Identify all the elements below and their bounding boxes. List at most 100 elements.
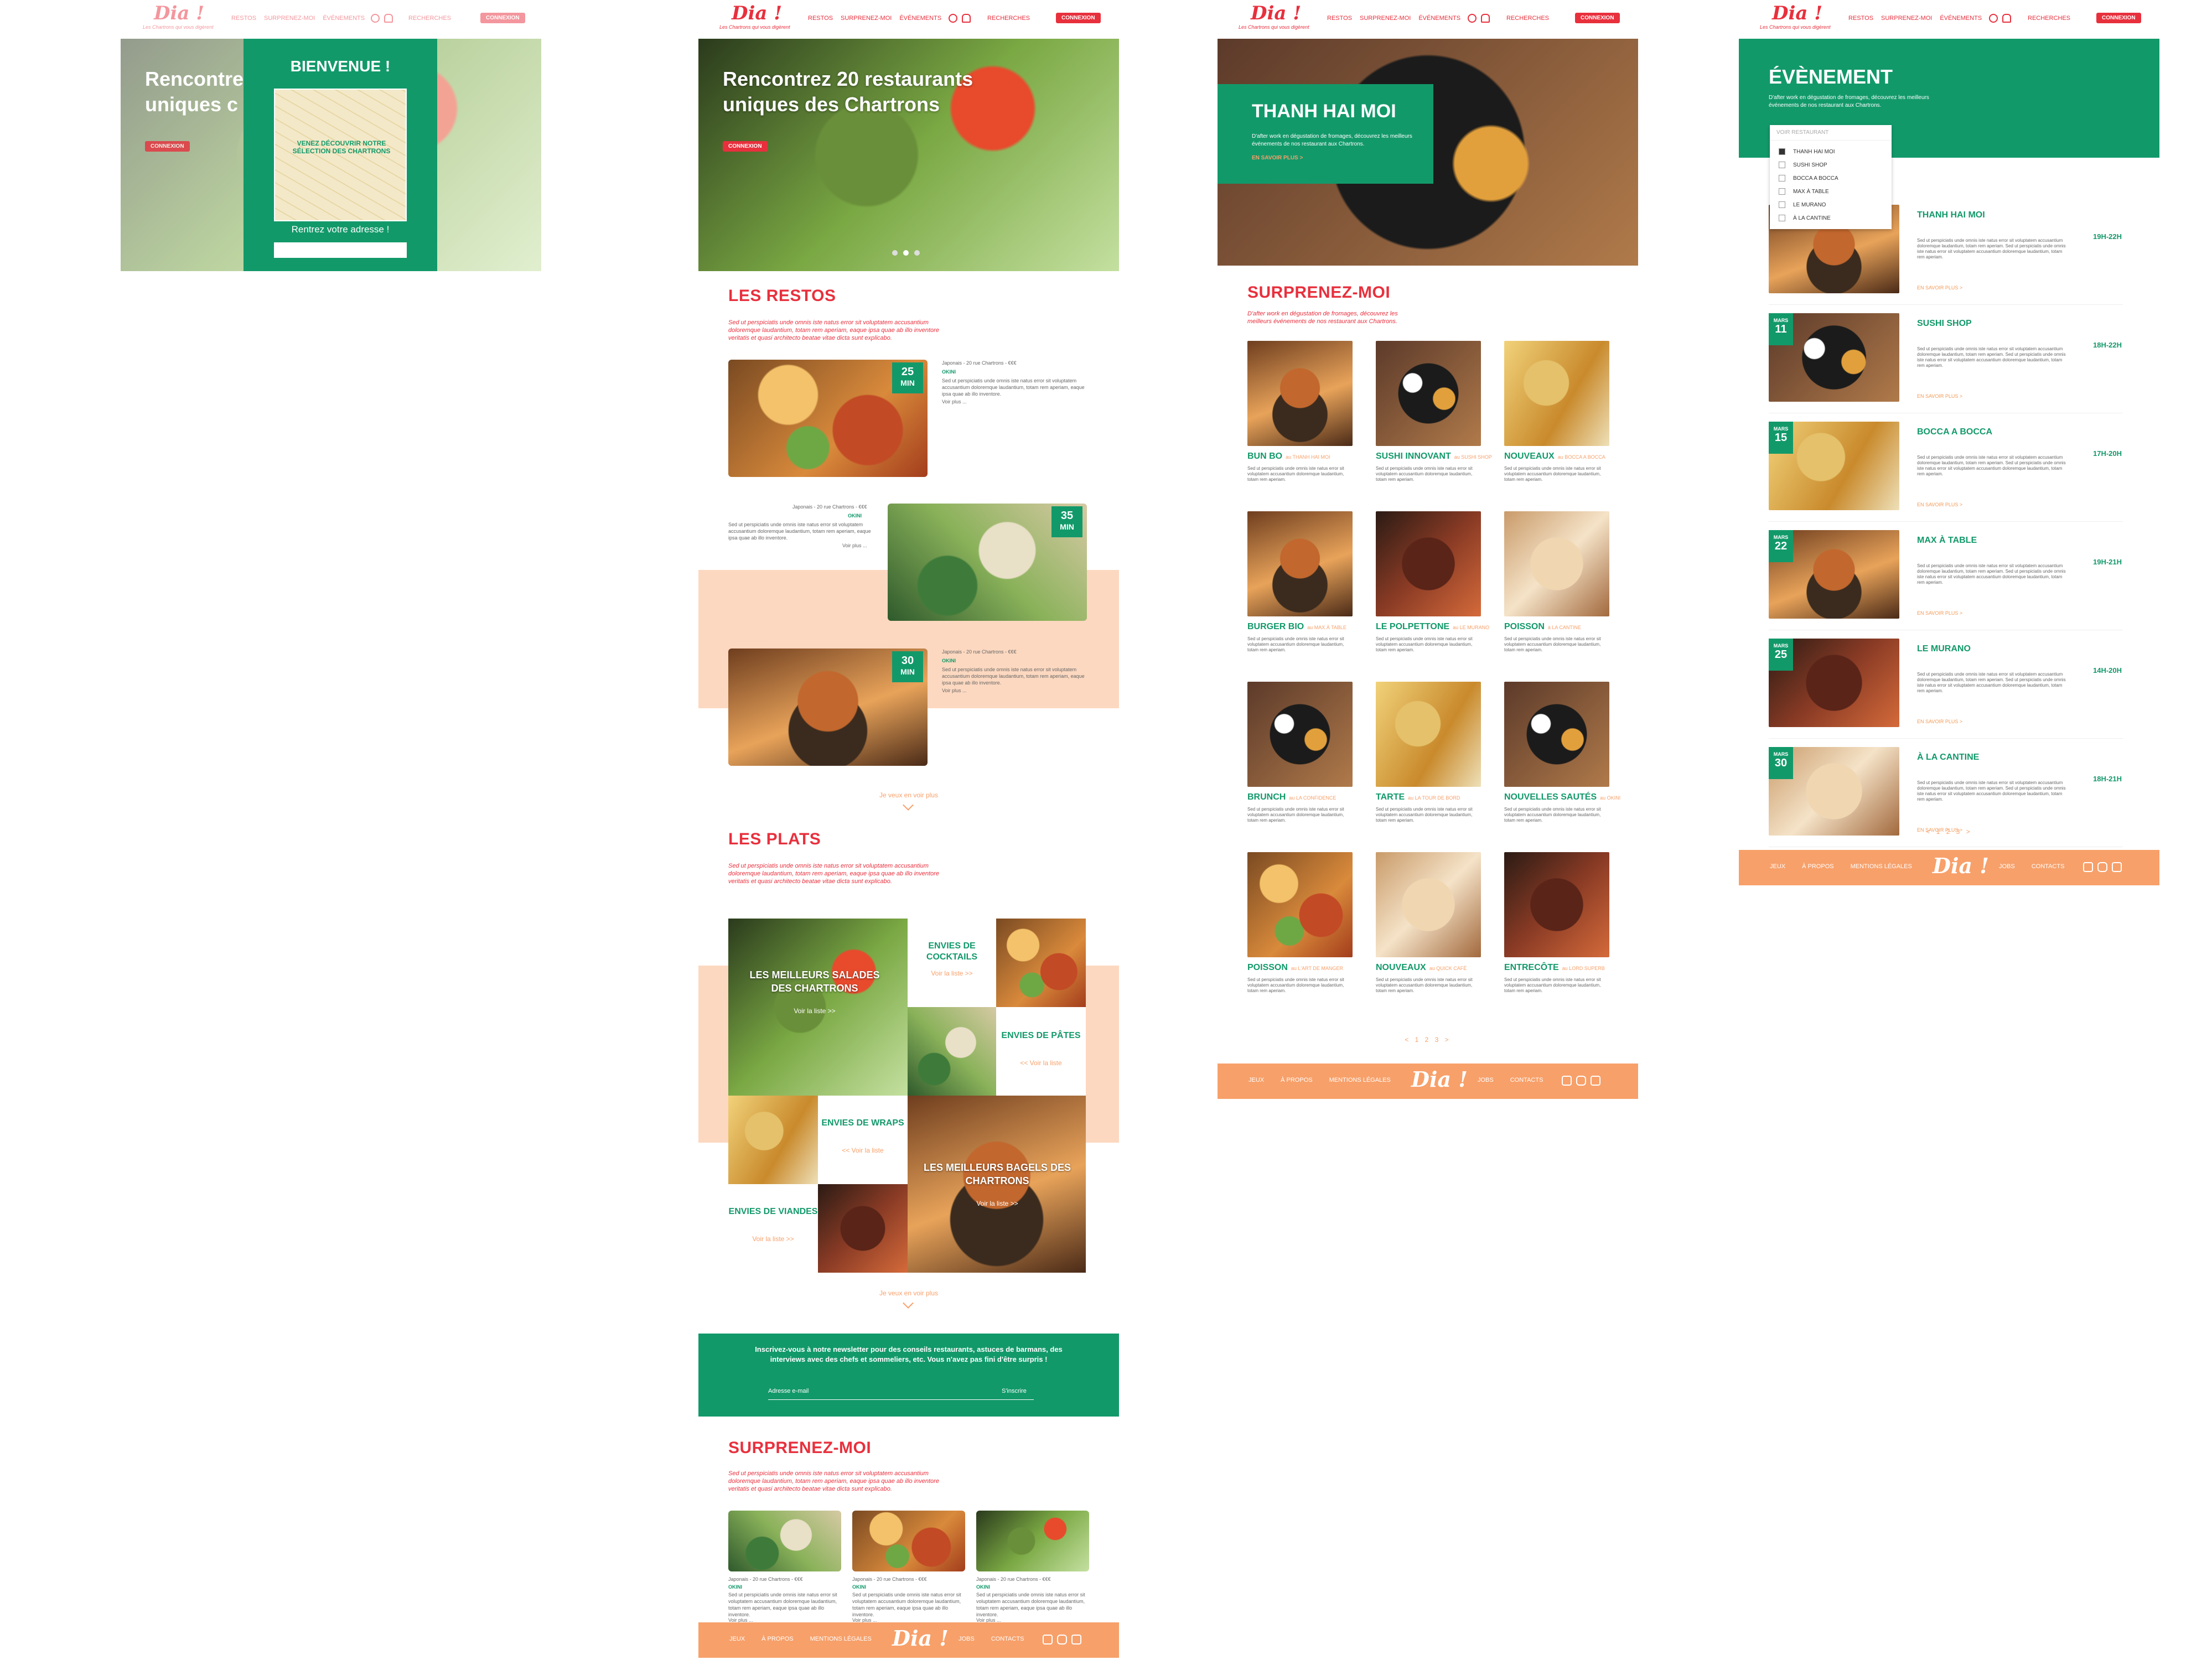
instagram-icon[interactable] bbox=[2097, 862, 2107, 872]
dish-name[interactable]: SUSHI INNOVANT au SUSHI SHOP bbox=[1376, 452, 1492, 461]
dish-name[interactable]: TARTE au LA TOUR DE BORD bbox=[1376, 792, 1460, 802]
footer-link-contacts[interactable]: CONTACTS bbox=[1510, 1077, 1543, 1083]
nav-link-events[interactable]: ÉVÉNEMENTS bbox=[1418, 15, 1460, 22]
dish-name[interactable]: NOUVEAUX au BOCCA A BOCCA bbox=[1504, 452, 1605, 461]
filter-option[interactable]: BOCCA A BOCCA bbox=[1779, 172, 1883, 185]
event-name[interactable]: MAX À TABLE bbox=[1917, 536, 1977, 546]
surprise-card-name[interactable]: OKINI bbox=[976, 1584, 990, 1590]
twitter-icon[interactable] bbox=[2112, 862, 2122, 872]
dish-image[interactable] bbox=[1247, 682, 1353, 787]
checkbox[interactable] bbox=[1779, 201, 1785, 208]
event-name[interactable]: LE MURANO bbox=[1917, 644, 1971, 654]
resto-name[interactable]: OKINI bbox=[942, 369, 956, 375]
filter-input[interactable]: VOIR RESTAURANT bbox=[1770, 125, 1892, 141]
twitter-icon[interactable] bbox=[1591, 1076, 1600, 1086]
footer-logo[interactable]: Dia ! bbox=[1933, 853, 1989, 878]
user-icon[interactable] bbox=[949, 14, 957, 23]
checkbox[interactable] bbox=[1779, 215, 1785, 221]
event-name[interactable]: À LA CANTINE bbox=[1917, 753, 1979, 762]
instagram-icon[interactable] bbox=[1057, 1635, 1067, 1645]
dish-name[interactable]: BUN BO au THANH HAI MOI bbox=[1247, 452, 1330, 461]
nav-search[interactable]: RECHERCHES bbox=[408, 15, 451, 22]
bell-icon[interactable] bbox=[1481, 14, 1490, 23]
tile-pates-image[interactable] bbox=[908, 1007, 996, 1096]
resto-more-link[interactable]: Voir plus ... bbox=[842, 542, 867, 549]
tile-pates[interactable] bbox=[996, 1007, 1086, 1096]
dish-name[interactable]: BRUNCH au LA CONFIDENCE bbox=[1247, 792, 1336, 802]
resto-name[interactable]: OKINI bbox=[942, 657, 956, 664]
nav-link-events[interactable]: ÉVÉNEMENTS bbox=[323, 15, 365, 22]
login-button[interactable]: CONNEXION bbox=[1056, 13, 1101, 23]
footer-link-apropos[interactable]: À PROPOS bbox=[1802, 863, 1833, 870]
nav-search[interactable]: RECHERCHES bbox=[987, 15, 1030, 22]
footer-logo[interactable]: Dia ! bbox=[1411, 1067, 1468, 1092]
carousel-dot[interactable] bbox=[903, 250, 909, 256]
footer-link-apropos[interactable]: À PROPOS bbox=[1281, 1077, 1312, 1083]
footer-logo[interactable]: Dia ! bbox=[892, 1626, 949, 1651]
hero-connexion-button[interactable]: CONNEXION bbox=[723, 141, 768, 152]
dish-name[interactable]: NOUVEAUX au QUICK CAFÉ bbox=[1376, 963, 1467, 973]
hero-card-link[interactable]: EN SAVOIR PLUS > bbox=[1252, 155, 1303, 161]
address-input[interactable] bbox=[274, 242, 407, 258]
dish-name[interactable]: POISSON à LA CANTINE bbox=[1504, 622, 1581, 632]
footer-link-contacts[interactable]: CONTACTS bbox=[2032, 863, 2065, 870]
tile-wraps[interactable] bbox=[818, 1096, 908, 1184]
dish-image[interactable] bbox=[1376, 341, 1481, 446]
resto-more-link[interactable]: Voir plus ... bbox=[942, 687, 967, 694]
logo[interactable]: Dia ! bbox=[1772, 2, 1822, 24]
footer-link-contacts[interactable]: CONTACTS bbox=[991, 1636, 1024, 1642]
nav-link-restos[interactable]: RESTOS bbox=[231, 15, 256, 22]
footer-link-jobs[interactable]: JOBS bbox=[1999, 863, 2015, 870]
footer-link-jeux[interactable]: JEUX bbox=[1249, 1077, 1264, 1083]
surprise-card-image[interactable] bbox=[728, 1511, 841, 1571]
filter-option[interactable]: THANH HAI MOI bbox=[1779, 145, 1883, 158]
dish-image[interactable] bbox=[1247, 511, 1353, 616]
tile-cocktails-image[interactable] bbox=[996, 919, 1086, 1007]
surprise-card-name[interactable]: OKINI bbox=[728, 1584, 742, 1590]
event-more-link[interactable]: EN SAVOIR PLUS > bbox=[1917, 284, 1962, 291]
nav-link-events[interactable]: ÉVÉNEMENTS bbox=[1940, 15, 1982, 22]
carousel-dots[interactable] bbox=[892, 250, 920, 256]
pagination[interactable]: < 1 2 3 > bbox=[1218, 1036, 1638, 1044]
checkbox[interactable] bbox=[1779, 188, 1785, 195]
tile-salades-link[interactable]: Voir la liste >> bbox=[743, 1007, 887, 1015]
chevron-down-icon[interactable] bbox=[903, 800, 914, 811]
checkbox[interactable] bbox=[1779, 148, 1785, 155]
tile-viandes-image[interactable] bbox=[818, 1184, 908, 1273]
filter-option[interactable]: MAX À TABLE bbox=[1779, 185, 1883, 198]
filter-option[interactable]: À LA CANTINE bbox=[1779, 211, 1883, 225]
surprise-card-image[interactable] bbox=[852, 1511, 965, 1571]
event-name[interactable]: THANH HAI MOI bbox=[1917, 210, 1985, 220]
pagination[interactable]: < 1 2 3 > bbox=[1739, 828, 2159, 836]
dish-name[interactable]: BURGER BIO au MAX À TABLE bbox=[1247, 622, 1346, 632]
dish-name[interactable]: ENTRECÔTE au LORD SUPERB bbox=[1504, 963, 1605, 973]
tile-viandes-link[interactable]: Voir la liste >> bbox=[728, 1235, 818, 1243]
dish-image[interactable] bbox=[1504, 682, 1609, 787]
footer-link-mentions[interactable]: MENTIONS LÉGALES bbox=[810, 1636, 872, 1642]
facebook-icon[interactable] bbox=[1043, 1635, 1053, 1645]
nav-link-restos[interactable]: RESTOS bbox=[1327, 15, 1352, 22]
tile-wraps-image[interactable] bbox=[728, 1096, 818, 1184]
login-button[interactable]: CONNEXION bbox=[2096, 13, 2141, 23]
resto-name[interactable]: OKINI bbox=[848, 512, 862, 519]
facebook-icon[interactable] bbox=[1562, 1076, 1572, 1086]
event-more-link[interactable]: EN SAVOIR PLUS > bbox=[1917, 610, 1962, 616]
tile-bagels-link[interactable]: Voir la liste >> bbox=[920, 1200, 1075, 1207]
footer-link-mentions[interactable]: MENTIONS LÉGALES bbox=[1329, 1077, 1391, 1083]
footer-link-jeux[interactable]: JEUX bbox=[1770, 863, 1785, 870]
dish-name[interactable]: POISSON au L'ART DE MANGER bbox=[1247, 963, 1343, 973]
nav-search[interactable]: RECHERCHES bbox=[1506, 15, 1549, 22]
footer-link-apropos[interactable]: À PROPOS bbox=[761, 1636, 793, 1642]
footer-link-jobs[interactable]: JOBS bbox=[1478, 1077, 1494, 1083]
filter-option[interactable]: LE MURANO bbox=[1779, 198, 1883, 211]
resto-more-link[interactable]: Voir plus ... bbox=[942, 398, 967, 405]
nav-link-restos[interactable]: RESTOS bbox=[808, 15, 833, 22]
user-icon[interactable] bbox=[1989, 14, 1998, 23]
hero-connexion-button[interactable]: CONNEXION bbox=[145, 141, 190, 152]
user-icon[interactable] bbox=[1468, 14, 1477, 23]
nav-link-surprise[interactable]: SURPRENEZ-MOI bbox=[1360, 15, 1411, 22]
event-name[interactable]: BOCCA A BOCCA bbox=[1917, 427, 1992, 437]
see-more-link[interactable]: Je veux en voir plus bbox=[698, 791, 1119, 799]
dish-image[interactable] bbox=[1376, 511, 1481, 616]
dish-image[interactable] bbox=[1247, 341, 1353, 446]
